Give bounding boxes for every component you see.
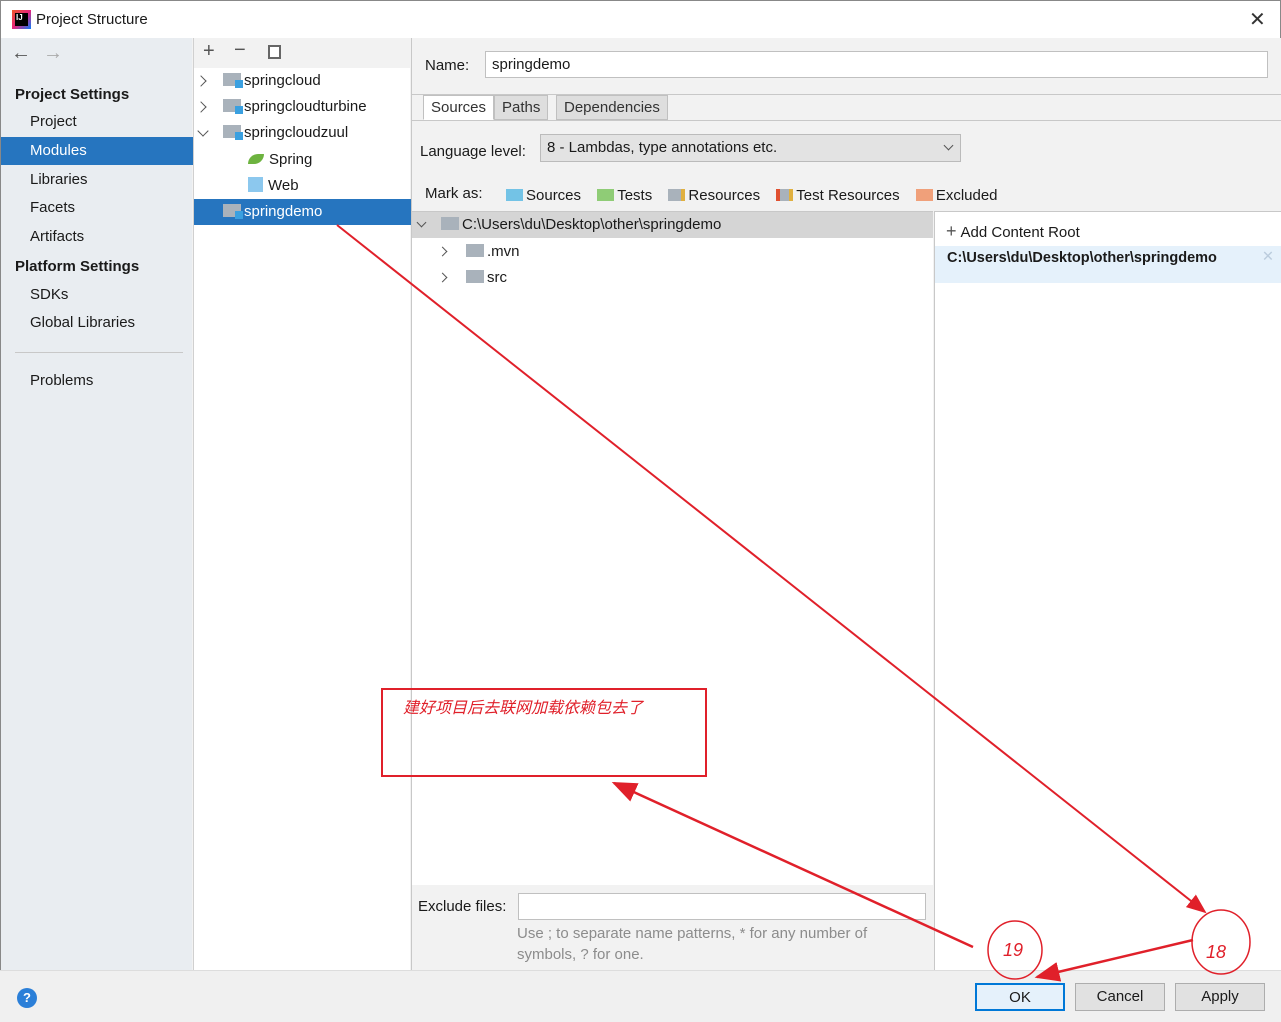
annotation-note: 建好项目后去联网加载依赖包去了	[403, 700, 644, 717]
step-label-19: 19	[1003, 940, 1024, 960]
annotation-arrow	[336, 224, 1207, 914]
annotation-overlay	[336, 224, 1251, 982]
step-label-18: 18	[1206, 942, 1227, 962]
annotation-arrow	[1034, 938, 1194, 982]
annotation-arrow	[611, 781, 974, 949]
